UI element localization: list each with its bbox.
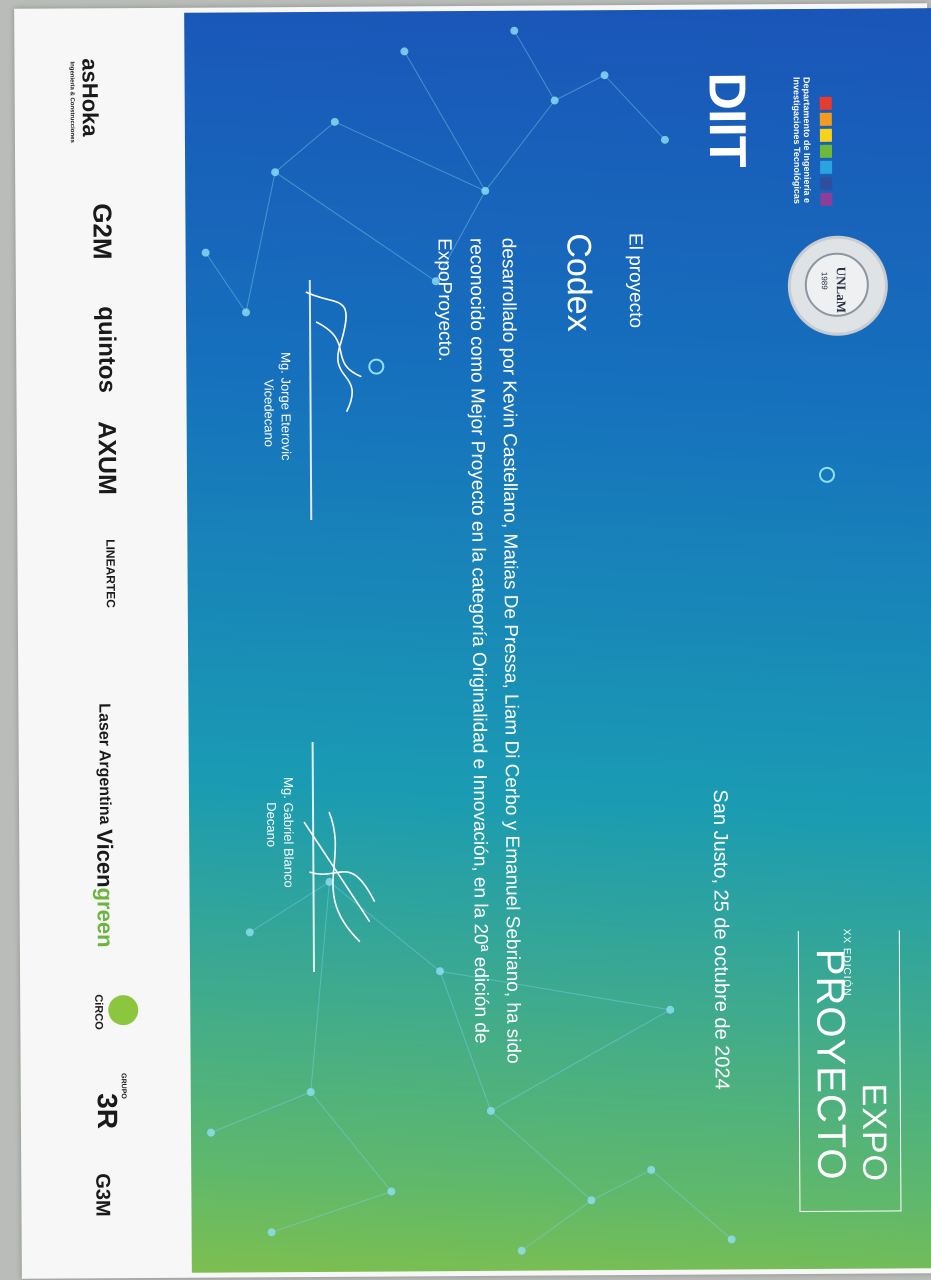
network-node (387, 1187, 396, 1196)
network-line (650, 1169, 732, 1240)
network-line (274, 121, 336, 173)
network-node (245, 928, 254, 937)
seal-year: 1989 (819, 271, 829, 290)
laser-argentina-logo: Laser Argentina (95, 703, 114, 825)
g3m-logo: G3M (91, 1173, 114, 1217)
diit-logo-title: DIIT (697, 72, 757, 167)
network-line (274, 171, 437, 282)
expo-word: EXPO (854, 1083, 894, 1183)
lineartec-logo: LINEARTEC (103, 539, 118, 608)
g2m-logo: G2M (87, 203, 118, 260)
network-node (201, 248, 210, 257)
network-node (660, 135, 669, 144)
signer-2-name: Mg. Gabriel Blanco (280, 777, 297, 888)
diit-color-bar (819, 128, 832, 142)
network-node (330, 117, 339, 126)
network-line (521, 1199, 592, 1252)
diit-color-bar (820, 192, 833, 206)
unlam-seal: UNLaM 1989 (787, 235, 889, 337)
network-line (554, 74, 605, 101)
circo-logo: CiRCO (92, 994, 105, 1030)
network-node (517, 1246, 526, 1255)
network-node (600, 71, 609, 80)
network-node (587, 1196, 596, 1205)
signature-scribble-left (305, 291, 362, 413)
seal-label: UNLaM (833, 266, 850, 314)
network-line (205, 252, 247, 313)
diit-color-bar (820, 160, 833, 174)
signer-2-role: Decano (263, 802, 280, 848)
network-line (245, 172, 276, 313)
ring-decoration (818, 466, 835, 483)
signer-1-name: Mg. Jorge Eterovic (278, 352, 294, 461)
certificate-intro: El proyecto (624, 232, 647, 329)
diit-color-bar (820, 176, 833, 190)
diit-color-bars (819, 96, 833, 209)
network-node (306, 1088, 315, 1097)
signer-1-role: Vicedecano (261, 379, 277, 448)
network-line (310, 1091, 392, 1192)
sponsor-logos: asHoka Ingeniería & Construcciones G2M q… (14, 3, 927, 1217)
network-line (403, 51, 486, 192)
vicengreen-logo: Vicengreen (91, 829, 118, 947)
network-node (510, 26, 519, 35)
signature-scribble-right (303, 811, 376, 943)
vicengreen-logo-part1: Vicen (92, 829, 118, 888)
vicengreen-logo-part2: green (92, 887, 118, 948)
network-node (727, 1235, 736, 1244)
diit-color-bar (819, 144, 833, 158)
network-line (484, 100, 556, 192)
network-node (481, 186, 490, 195)
certificate-date: San Justo, 25 de octubre de 2024 (708, 789, 733, 1090)
network-line (334, 121, 486, 192)
network-node (241, 308, 250, 317)
circo-icon (108, 995, 139, 1026)
grupo-3r-logo: 3R (91, 1093, 123, 1130)
proyecto-word: PROYECTO (807, 948, 854, 1181)
certificate-paper: DIIT Departamento de Ingeniería e Invest… (14, 3, 931, 1279)
certificate-card: DIIT Departamento de Ingeniería e Invest… (184, 8, 931, 1273)
network-line (513, 30, 556, 101)
project-name: Codex (559, 233, 599, 332)
network-node (486, 1106, 495, 1115)
network-line (591, 1169, 652, 1201)
network-line (604, 74, 666, 141)
network-line (271, 1191, 392, 1233)
ashoka-logo-subtitle: Ingeniería & Construcciones (68, 61, 75, 143)
diit-color-bar (819, 96, 832, 110)
network-node (206, 1128, 215, 1137)
ashoka-logo: asHoka (77, 58, 103, 137)
network-node (267, 1228, 276, 1237)
network-node (647, 1165, 656, 1174)
axum-logo: AXUM (92, 421, 122, 495)
network-node (550, 96, 559, 105)
quintos-logo: quintos (92, 306, 121, 393)
diit-subtitle: Departamento de Ingeniería e Investigaci… (791, 76, 813, 204)
network-line (210, 1091, 311, 1134)
certificate-body: desarrollado por Kevin Castellano, Matia… (433, 237, 524, 1064)
network-node (666, 1005, 675, 1014)
network-line (490, 1110, 592, 1201)
diit-color-bar (819, 112, 832, 126)
network-node (400, 47, 409, 56)
network-node (271, 168, 280, 177)
